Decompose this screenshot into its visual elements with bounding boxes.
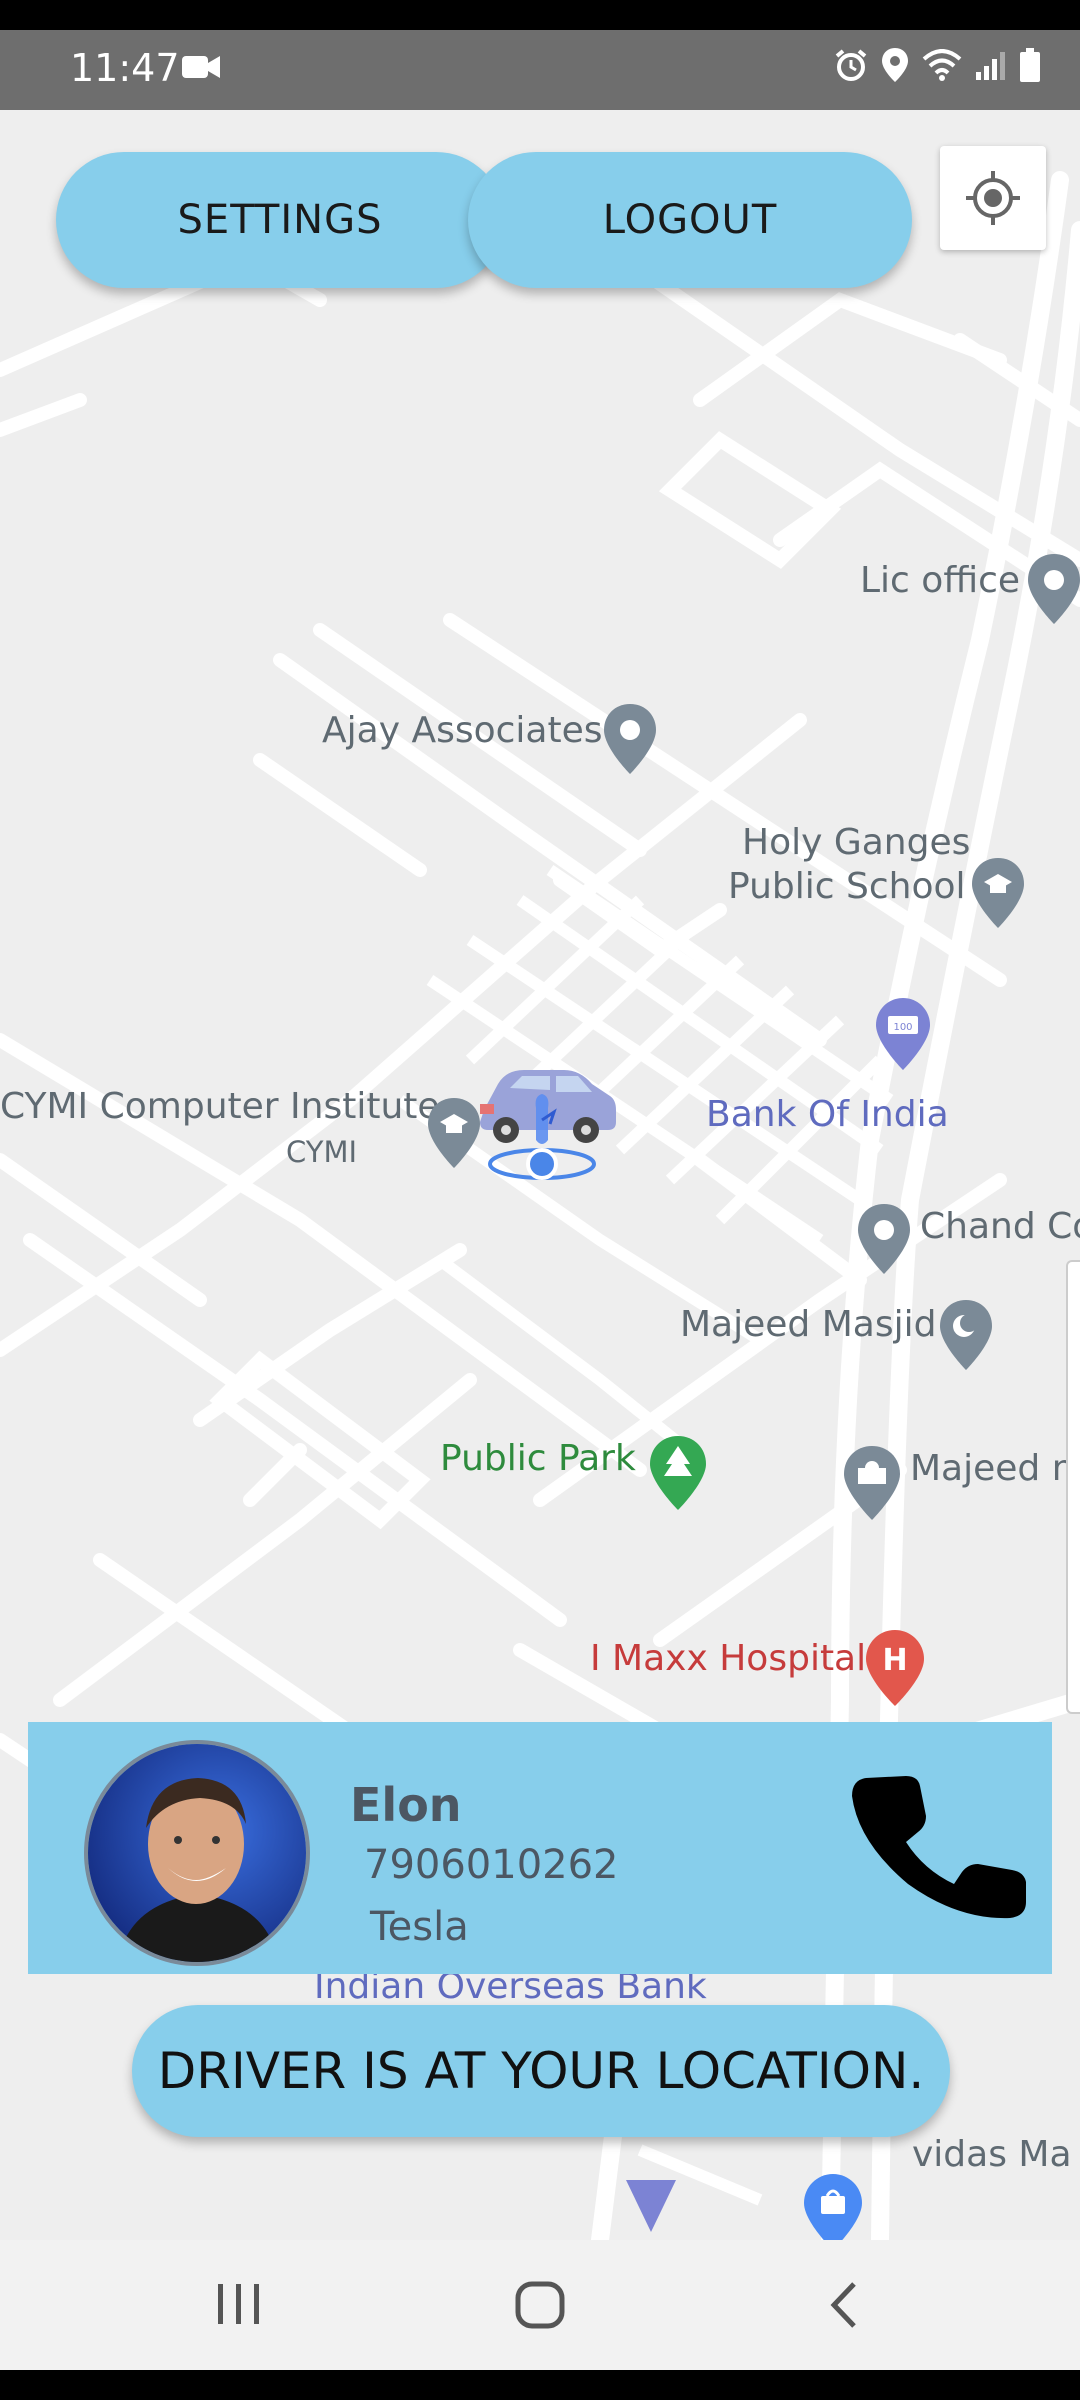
poi-lic-office[interactable]: Lic office	[860, 560, 1020, 601]
my-location-button[interactable]	[940, 146, 1046, 250]
poi-majeed-m[interactable]: Majeed m	[910, 1448, 1080, 1489]
school-pin-icon[interactable]	[428, 1098, 480, 1168]
driver-name: Elon	[350, 1778, 462, 1832]
status-bar: 11:47	[0, 30, 1080, 110]
phone-call-icon[interactable]	[848, 1772, 1032, 1922]
poi-vidas-ma[interactable]: vidas Ma	[912, 2134, 1072, 2175]
alarm-icon	[835, 49, 867, 81]
poi-chand-co[interactable]: Chand Co	[920, 1206, 1080, 1247]
driver-info-card: Elon 7906010262 Tesla	[28, 1722, 1052, 1974]
side-panel-handle[interactable]	[1066, 1260, 1080, 1714]
crosshair-icon	[966, 171, 1020, 225]
home-icon[interactable]	[514, 2280, 566, 2330]
driver-car: Tesla	[370, 1904, 469, 1950]
video-camera-icon	[182, 56, 220, 78]
park-pin-icon[interactable]	[650, 1436, 706, 1510]
battery-icon	[1020, 48, 1040, 82]
poi-majeed-masjid[interactable]: Majeed Masjid	[680, 1304, 936, 1345]
settings-button[interactable]: SETTINGS	[56, 152, 504, 288]
status-time: 11:47	[70, 46, 180, 90]
recent-apps-icon[interactable]	[214, 2280, 264, 2328]
map-pin-icon[interactable]	[858, 1204, 910, 1274]
svg-text:H: H	[882, 1643, 907, 1678]
back-icon[interactable]	[826, 2280, 862, 2330]
map-pin-icon[interactable]	[1028, 554, 1080, 624]
map-pin-icon[interactable]	[604, 704, 656, 774]
map-pin-icon[interactable]	[626, 2180, 676, 2232]
driver-avatar	[84, 1740, 310, 1966]
place-of-worship-pin-icon[interactable]	[844, 1446, 900, 1520]
shopping-pin-icon[interactable]	[804, 2174, 862, 2240]
signal-icon	[976, 52, 1005, 80]
poi-ajay-associates[interactable]: Ajay Associates	[322, 710, 602, 751]
poi-cymi-institute[interactable]: CYMI Computer Institute	[0, 1086, 440, 1127]
wifi-icon	[922, 49, 962, 81]
poi-public-park[interactable]: Public Park	[440, 1438, 636, 1479]
status-icons	[834, 48, 1040, 82]
car-marker-icon	[480, 1070, 616, 1180]
poi-i-maxx-hospital[interactable]: I Maxx Hospital	[590, 1638, 866, 1679]
poi-holy-ganges-line2[interactable]: Public School	[728, 866, 966, 907]
system-nav-bar	[0, 2240, 1080, 2370]
poi-bank-of-india[interactable]: Bank Of India	[706, 1094, 949, 1135]
poi-cymi-sub: CYMI	[286, 1135, 358, 1169]
logout-button[interactable]: LOGOUT	[468, 152, 912, 288]
school-pin-icon[interactable]	[972, 858, 1024, 928]
mosque-pin-icon[interactable]	[940, 1300, 992, 1370]
svg-text:100: 100	[893, 1022, 912, 1033]
poi-holy-ganges-line1[interactable]: Holy Ganges	[742, 822, 970, 863]
driver-arrived-notice: DRIVER IS AT YOUR LOCATION.	[132, 2005, 950, 2137]
driver-phone: 7906010262	[364, 1842, 619, 1888]
atm-pin-icon[interactable]: 100	[876, 998, 930, 1070]
location-icon	[882, 48, 908, 82]
hospital-pin-icon[interactable]: H	[866, 1630, 924, 1706]
